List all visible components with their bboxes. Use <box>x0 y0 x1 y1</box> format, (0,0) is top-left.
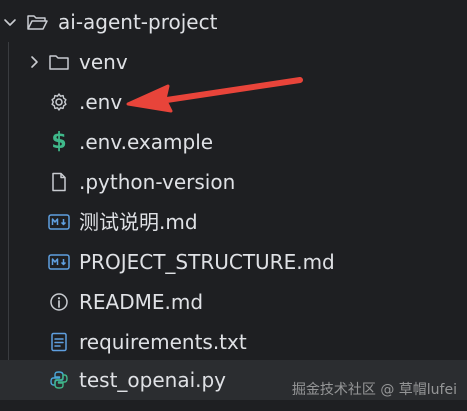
text-file-icon <box>48 331 70 353</box>
file-icon <box>48 171 70 193</box>
tree-item-label: .env.example <box>79 130 214 154</box>
info-icon <box>48 291 70 313</box>
tree-item-label: test_openai.py <box>79 368 227 392</box>
tree-item-label: requirements.txt <box>79 330 247 354</box>
tree-item-label: venv <box>79 50 128 74</box>
gear-icon <box>48 91 70 113</box>
dollar-icon: $ <box>51 129 67 154</box>
tree-item-venv[interactable]: venv <box>0 42 467 82</box>
folder-open-icon <box>26 11 48 33</box>
markdown-icon <box>48 211 70 233</box>
python-icon <box>48 369 70 391</box>
tree-item-env[interactable]: .env <box>0 82 467 122</box>
tree-item-label: .env <box>79 90 123 114</box>
tree-item-env-example[interactable]: $ .env.example <box>0 122 467 162</box>
tree-item-label: .python-version <box>79 170 236 194</box>
tree-item-label: README.md <box>79 290 204 314</box>
tree-item-project-structure-md[interactable]: PROJECT_STRUCTURE.md <box>0 242 467 282</box>
tree-item-label: PROJECT_STRUCTURE.md <box>79 250 335 274</box>
tree-item-test-notes-md[interactable]: 测试说明.md <box>0 202 467 242</box>
tree-item-label: 测试说明.md <box>79 210 198 234</box>
watermark-text: 掘金技术社区 @ 草帽lufei <box>291 382 457 398</box>
tree-item-label: ai-agent-project <box>58 10 218 34</box>
tree-item-requirements-txt[interactable]: requirements.txt <box>0 322 467 362</box>
tree-item-readme-md[interactable]: README.md <box>0 282 467 322</box>
chevron-down-icon[interactable] <box>2 14 18 30</box>
chevron-right-icon[interactable] <box>26 54 42 70</box>
markdown-icon <box>48 251 70 273</box>
file-explorer: ai-agent-project venv .env $ .env.exampl… <box>0 0 467 411</box>
folder-icon <box>48 51 70 73</box>
tree-item-python-version[interactable]: .python-version <box>0 162 467 202</box>
tree-item-root-folder[interactable]: ai-agent-project <box>0 2 467 42</box>
